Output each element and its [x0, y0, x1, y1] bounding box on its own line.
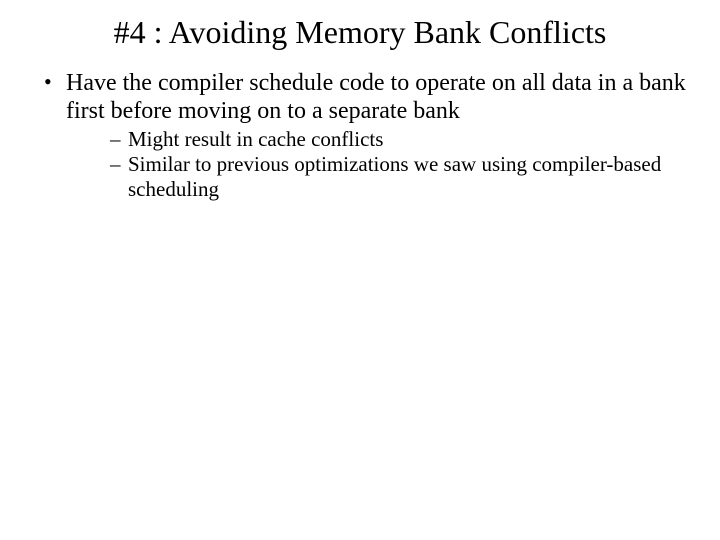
sub-bullet-text: Similar to previous optimizations we saw… — [128, 152, 661, 201]
sub-bullet-text: Might result in cache conflicts — [128, 127, 383, 151]
bullet-text: Have the compiler schedule code to opera… — [66, 70, 686, 124]
slide-title: #4 : Avoiding Memory Bank Conflicts — [30, 14, 690, 51]
list-item: Might result in cache conflicts — [110, 127, 690, 152]
list-item: Have the compiler schedule code to opera… — [44, 69, 690, 202]
list-item: Similar to previous optimizations we saw… — [110, 152, 690, 202]
bullet-list: Have the compiler schedule code to opera… — [30, 69, 690, 202]
sub-list: Might result in cache conflicts Similar … — [66, 127, 690, 201]
